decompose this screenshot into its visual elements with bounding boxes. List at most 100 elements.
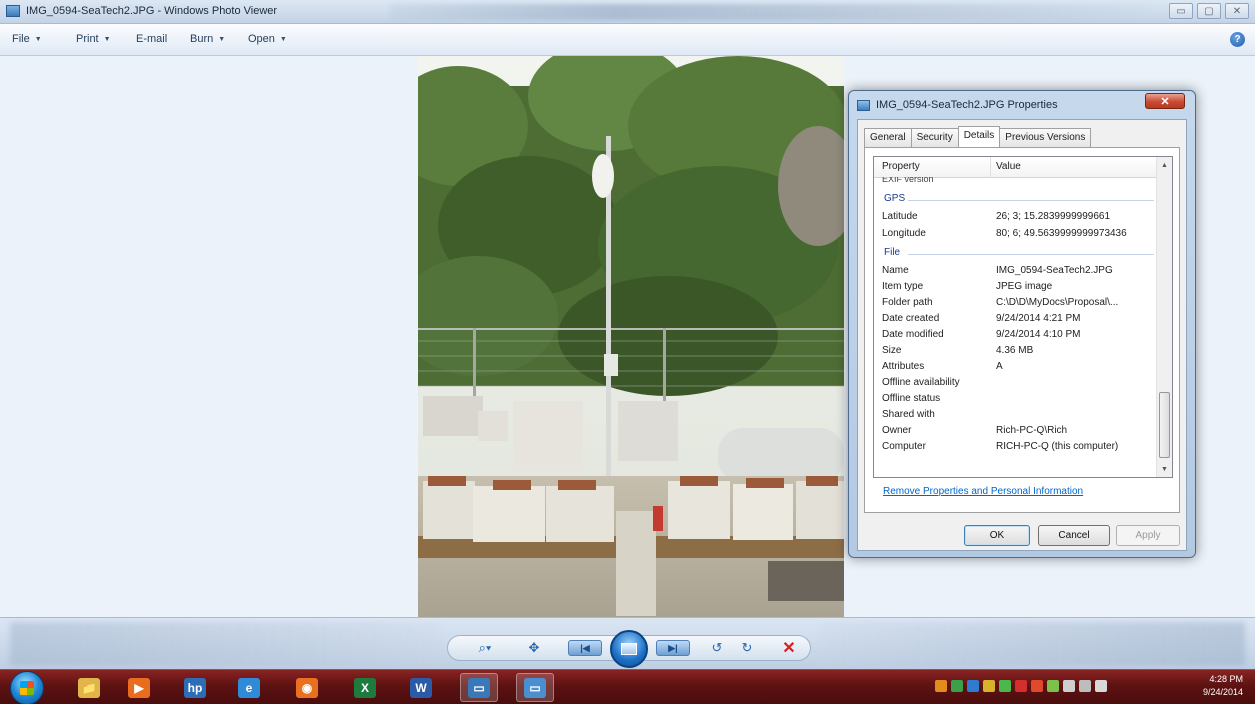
taskbar-app-button[interactable]: hp	[176, 673, 214, 702]
tray-icon[interactable]	[999, 680, 1011, 692]
scroll-down-arrow-icon[interactable]: ▼	[1157, 461, 1172, 477]
property-value: JPEG image	[996, 281, 1053, 292]
property-key: Longitude	[882, 228, 926, 239]
tab-general[interactable]: General	[864, 128, 912, 147]
value-column-header[interactable]: Value	[996, 161, 1021, 172]
photo-display	[418, 56, 844, 618]
taskbar-app-button[interactable]: ▭	[460, 673, 498, 702]
property-key: Name	[882, 265, 909, 276]
taskbar-app-button[interactable]: W	[402, 673, 440, 702]
scroll-thumb[interactable]	[1159, 392, 1170, 458]
property-key: Size	[882, 345, 902, 356]
signal-icon[interactable]	[1079, 680, 1091, 692]
tab-previous-versions[interactable]: Previous Versions	[999, 128, 1092, 147]
system-clock[interactable]: 4:28 PM 9/24/2014	[1203, 673, 1243, 699]
partially-visible-row: EXIF version 0230	[882, 177, 934, 183]
property-column-header[interactable]: Property	[882, 161, 920, 172]
network-icon[interactable]	[1063, 680, 1075, 692]
group-divider	[908, 254, 1154, 255]
tray-icon[interactable]	[967, 680, 979, 692]
blurred-background-window	[390, 4, 1150, 20]
column-divider[interactable]	[990, 157, 991, 178]
actual-size-icon[interactable]: ✥	[522, 639, 546, 657]
clock-time: 4:28 PM	[1209, 674, 1243, 684]
taskbar-app-button[interactable]: X	[346, 673, 384, 702]
taskbar-app-button[interactable]: e	[230, 673, 268, 702]
excel-icon: X	[354, 677, 376, 698]
system-tray	[935, 680, 1107, 692]
menu-file[interactable]: File ▼	[12, 33, 42, 45]
tray-icon[interactable]	[1015, 680, 1027, 692]
chevron-down-icon: ▼	[218, 35, 226, 43]
menu-print[interactable]: Print ▼	[76, 33, 111, 45]
tray-icon[interactable]	[983, 680, 995, 692]
minimize-button[interactable]: ▭	[1169, 3, 1193, 19]
explorer-icon: 📁	[78, 677, 100, 698]
tray-icon[interactable]	[935, 680, 947, 692]
property-value: 9/24/2014 4:10 PM	[996, 329, 1081, 340]
tray-icon[interactable]	[1031, 680, 1043, 692]
taskbar-app-button[interactable]: ▭	[516, 673, 554, 702]
zoom-icon[interactable]: ⌕▾	[470, 639, 500, 657]
start-button[interactable]	[10, 671, 44, 704]
rotate-counterclockwise-icon[interactable]: ↺	[706, 639, 728, 657]
window-title: IMG_0594-SeaTech2.JPG - Windows Photo Vi…	[26, 5, 278, 17]
window-icon: ▭	[468, 677, 490, 698]
taskbar-app-button[interactable]: ▶	[120, 673, 158, 702]
close-button[interactable]: ✕	[1225, 3, 1249, 19]
menu-open[interactable]: Open ▼	[248, 33, 287, 45]
tab-security[interactable]: Security	[910, 128, 959, 147]
vertical-scrollbar[interactable]: ▲ ▼	[1156, 157, 1172, 477]
group-header-file: File	[884, 247, 901, 258]
property-key: Latitude	[882, 211, 918, 222]
tray-icon[interactable]	[1047, 680, 1059, 692]
taskbar-app-button[interactable]: ◉	[288, 673, 326, 702]
previous-button[interactable]: |◀	[568, 640, 602, 656]
property-value: RICH-PC-Q (this computer)	[996, 441, 1119, 452]
menu-email[interactable]: E-mail	[136, 33, 167, 45]
tab-details[interactable]: Details	[957, 126, 1001, 147]
rotate-clockwise-icon[interactable]: ↻	[736, 639, 758, 657]
property-key: Attributes	[882, 361, 925, 372]
blurred-background-window	[10, 622, 440, 666]
property-value: 26; 3; 15.2839999999661	[996, 211, 1110, 222]
tab-strip: General Security Details Previous Versio…	[864, 126, 1092, 147]
property-key: Computer	[882, 441, 926, 452]
photo-viewer-app-icon	[6, 5, 20, 17]
property-value: Rich-PC-Q\Rich	[996, 425, 1068, 436]
maximize-button[interactable]: ▢	[1197, 3, 1221, 19]
delete-icon[interactable]: ✕	[778, 639, 800, 657]
property-value: 4.36 MB	[996, 345, 1034, 356]
next-button[interactable]: ▶|	[656, 640, 690, 656]
ok-button[interactable]: OK	[964, 525, 1030, 546]
property-key: Owner	[882, 425, 912, 436]
scroll-up-arrow-icon[interactable]: ▲	[1157, 157, 1172, 173]
help-icon[interactable]: ?	[1230, 32, 1245, 47]
chevron-down-icon: ▼	[103, 35, 111, 43]
title-bar: IMG_0594-SeaTech2.JPG - Windows Photo Vi…	[0, 0, 1255, 24]
photo-viewer-icon: ▭	[524, 677, 546, 698]
slideshow-button[interactable]	[610, 630, 648, 668]
photo-scene	[418, 56, 844, 618]
menu-burn-label: Burn	[190, 33, 214, 45]
word-icon: W	[410, 677, 432, 698]
menu-open-label: Open	[248, 33, 275, 45]
property-list[interactable]: Property Value EXIF version 0230 GPS Lat…	[873, 156, 1173, 478]
dialog-close-button[interactable]: ✕	[1145, 93, 1185, 109]
cancel-button[interactable]: Cancel	[1038, 525, 1110, 546]
property-key: Date modified	[882, 329, 944, 340]
firefox-icon: ◉	[296, 677, 318, 698]
remove-properties-link[interactable]: Remove Properties and Personal Informati…	[883, 486, 1083, 497]
group-header-gps: GPS	[884, 193, 906, 204]
hp-icon: hp	[184, 677, 206, 698]
taskbar-app-button[interactable]: 📁	[70, 673, 108, 702]
property-value: C:\D\D\MyDocs\Proposal\...	[996, 297, 1119, 308]
property-key: Shared with	[882, 409, 935, 420]
menu-print-label: Print	[76, 33, 99, 45]
column-headers: Property Value	[874, 157, 1157, 178]
property-key: Date created	[882, 313, 940, 324]
clock-date: 9/24/2014	[1202, 687, 1243, 697]
menu-burn[interactable]: Burn ▼	[190, 33, 225, 45]
volume-icon[interactable]	[1095, 680, 1107, 692]
tray-icon[interactable]	[951, 680, 963, 692]
